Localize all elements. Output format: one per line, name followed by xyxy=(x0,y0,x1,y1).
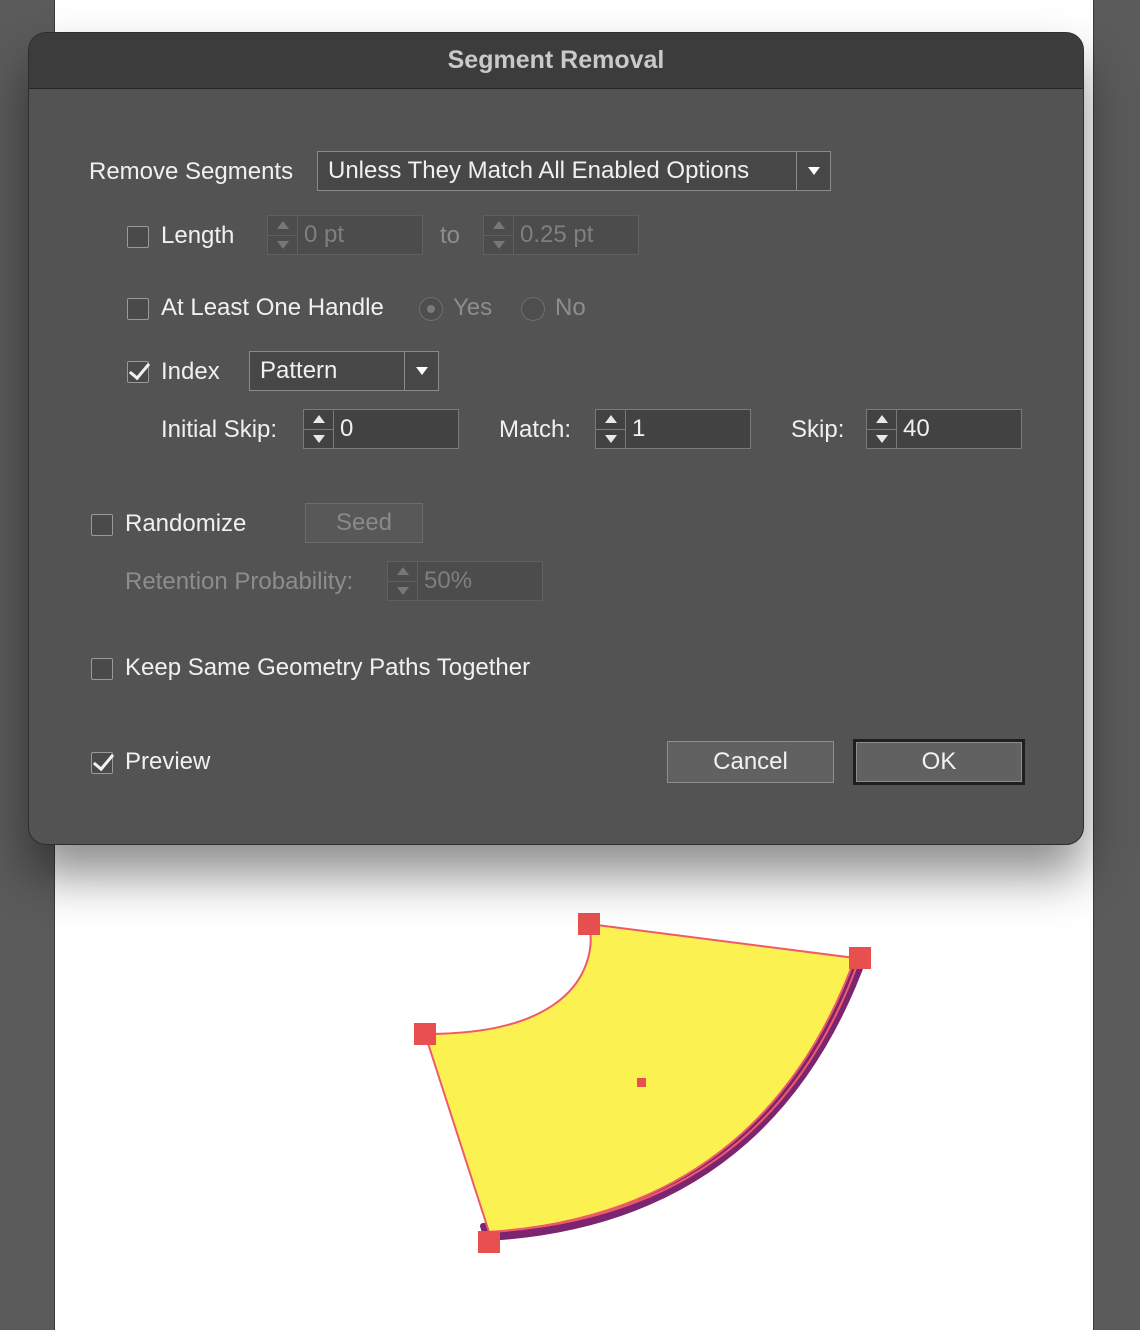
segment-removal-dialog: Segment Removal Remove Segments Unless T… xyxy=(28,32,1084,845)
retention-probability-stepper[interactable]: 50% xyxy=(387,561,543,601)
stepper-up-icon[interactable] xyxy=(388,562,417,581)
length-label: Length xyxy=(161,222,235,249)
handle-yes-radio[interactable] xyxy=(419,297,443,321)
match-spin xyxy=(596,410,626,448)
remove-segments-value: Unless They Match All Enabled Options xyxy=(328,157,750,184)
index-checkbox[interactable] xyxy=(127,361,149,383)
ok-button[interactable]: OK xyxy=(853,739,1025,785)
handle-no-radio[interactable] xyxy=(521,297,545,321)
stepper-up-icon[interactable] xyxy=(867,410,896,429)
initial-skip-label: Initial Skip: xyxy=(161,416,278,443)
preview-checkbox[interactable] xyxy=(91,752,113,774)
stepper-up-icon[interactable] xyxy=(596,410,625,429)
match-label: Match: xyxy=(499,416,572,443)
skip-spin xyxy=(867,410,897,448)
length-from-value[interactable]: 0 pt xyxy=(298,216,422,254)
keep-geometry-label: Keep Same Geometry Paths Together xyxy=(125,654,531,681)
stepper-down-icon[interactable] xyxy=(268,234,297,255)
keep-geometry-checkbox[interactable] xyxy=(91,658,113,680)
center-point xyxy=(637,1078,646,1087)
chevron-down-icon xyxy=(404,352,438,390)
index-label: Index xyxy=(161,358,220,385)
initial-skip-value[interactable]: 0 xyxy=(334,410,458,448)
remove-segments-label: Remove Segments xyxy=(89,158,294,185)
retention-spin xyxy=(388,562,418,600)
retention-probability-label: Retention Probability: xyxy=(125,568,354,595)
handle-label: At Least One Handle xyxy=(161,294,384,321)
anchor-point-bottom xyxy=(478,1231,500,1253)
stepper-down-icon[interactable] xyxy=(388,580,417,601)
handle-yes-label: Yes xyxy=(453,294,493,321)
match-stepper[interactable]: 1 xyxy=(595,409,751,449)
handle-no-label: No xyxy=(555,294,586,321)
match-value[interactable]: 1 xyxy=(626,410,750,448)
stepper-up-icon[interactable] xyxy=(484,216,513,235)
length-to-label: to xyxy=(440,222,461,249)
cancel-button[interactable]: Cancel xyxy=(667,741,834,783)
handle-checkbox[interactable] xyxy=(127,298,149,320)
anchor-point-top xyxy=(578,913,600,935)
skip-label: Skip: xyxy=(791,416,845,443)
index-mode-select[interactable]: Pattern xyxy=(249,351,439,391)
chevron-down-icon xyxy=(796,152,830,190)
randomize-checkbox[interactable] xyxy=(91,514,113,536)
dialog-titlebar[interactable]: Segment Removal xyxy=(29,33,1083,89)
skip-stepper[interactable]: 40 xyxy=(866,409,1022,449)
preview-label: Preview xyxy=(125,748,211,775)
seed-button[interactable]: Seed xyxy=(305,503,423,543)
stepper-up-icon[interactable] xyxy=(268,216,297,235)
initial-skip-spin xyxy=(304,410,334,448)
length-to-spin xyxy=(484,216,514,254)
stepper-down-icon[interactable] xyxy=(867,428,896,449)
remove-segments-select[interactable]: Unless They Match All Enabled Options xyxy=(317,151,831,191)
stepper-down-icon[interactable] xyxy=(484,234,513,255)
index-mode-value: Pattern xyxy=(260,357,338,384)
skip-value[interactable]: 40 xyxy=(897,410,1021,448)
stepper-down-icon[interactable] xyxy=(596,428,625,449)
randomize-label: Randomize xyxy=(125,510,247,537)
length-to-stepper[interactable]: 0.25 pt xyxy=(483,215,639,255)
length-to-value[interactable]: 0.25 pt xyxy=(514,216,638,254)
length-from-spin xyxy=(268,216,298,254)
anchor-point-left xyxy=(414,1023,436,1045)
stepper-up-icon[interactable] xyxy=(304,410,333,429)
stepper-down-icon[interactable] xyxy=(304,428,333,449)
initial-skip-stepper[interactable]: 0 xyxy=(303,409,459,449)
dialog-title: Segment Removal xyxy=(447,46,665,74)
retention-probability-value[interactable]: 50% xyxy=(418,562,542,600)
length-from-stepper[interactable]: 0 pt xyxy=(267,215,423,255)
anchor-point-right xyxy=(849,947,871,969)
length-checkbox[interactable] xyxy=(127,226,149,248)
